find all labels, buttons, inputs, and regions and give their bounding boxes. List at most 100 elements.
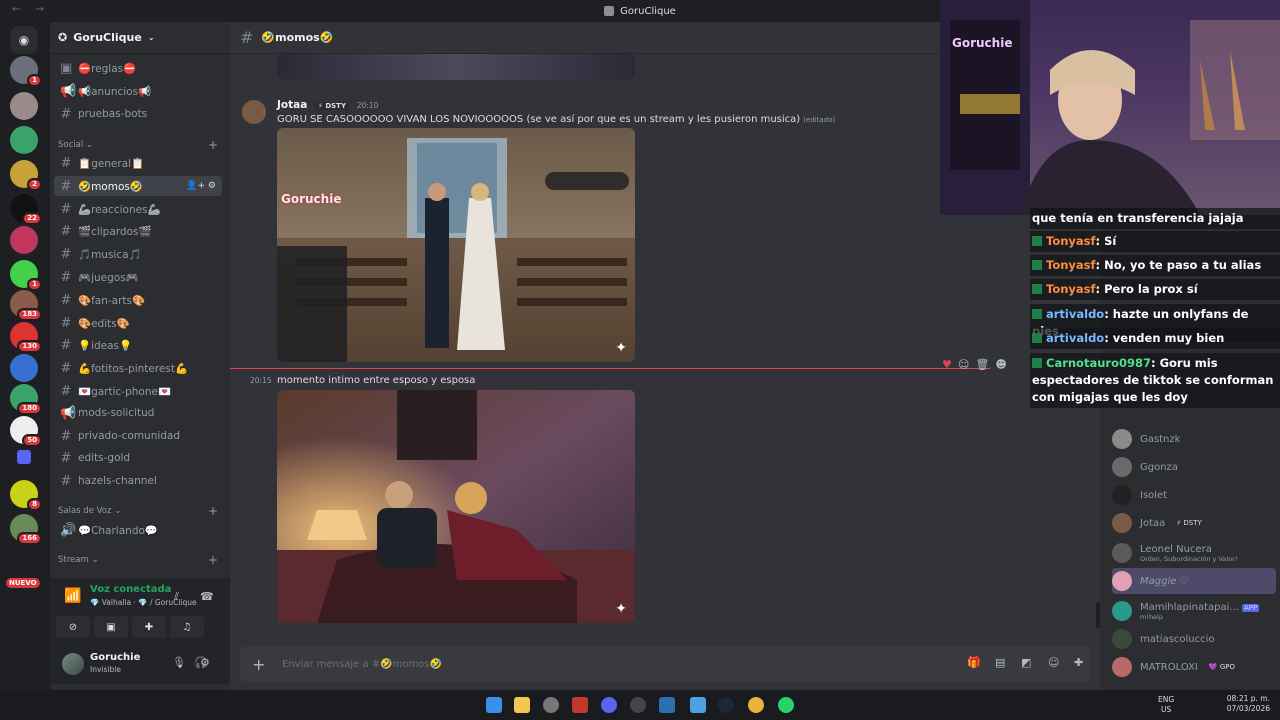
folder-icon[interactable] (17, 450, 31, 464)
channel-pruebas-bots[interactable]: # pruebas-bots (54, 104, 222, 124)
channel-musica[interactable]: # 🎵musica🎵 (54, 244, 222, 264)
channel-anuncios[interactable]: 📢 📢anuncios📢 (54, 81, 222, 101)
add-channel-icon[interactable]: + (208, 138, 218, 152)
add-attachment-icon[interactable]: + (252, 655, 272, 674)
channel-edits[interactable]: # 🎨edits🎨 (54, 313, 222, 333)
channel-mods-solicitud[interactable]: 📢 mods-solicitud (54, 403, 222, 423)
channel-settings-icon[interactable]: 👤+ ⚙ (186, 181, 216, 191)
server-icon-11[interactable]: 180 (10, 384, 42, 415)
screen-share-button[interactable]: ▣ (94, 616, 128, 638)
heart-reaction-icon[interactable]: ♥ (942, 358, 952, 371)
message-input[interactable]: + Enviar mensaje a #🤣momos🤣 🎁 ▤ ◩ ☺ ✚ (240, 646, 1090, 682)
server-icon-8[interactable]: 183 (10, 290, 42, 321)
microphone-icon[interactable]: 🎙 (172, 656, 186, 669)
kick-badge-icon (1032, 309, 1042, 319)
channel-momos[interactable]: # 🤣momos🤣 👤+ ⚙ (54, 176, 222, 196)
activities-button[interactable]: ✚ (132, 616, 166, 638)
voice-status-title[interactable]: Voz conectada (90, 584, 171, 595)
server-icon-5[interactable]: 22 (10, 194, 42, 225)
channel-gartic-phone[interactable]: # 💌gartic-phone💌 (54, 381, 222, 401)
discord-home-icon[interactable]: ◉ (10, 26, 38, 54)
server-icon-3[interactable] (10, 126, 38, 154)
server-icon-1[interactable]: 1 (10, 56, 42, 87)
member-item[interactable]: Gastnzk (1112, 426, 1276, 452)
member-item[interactable]: MATROLOXI 💜 GPO (1112, 654, 1276, 680)
wedding-image-attachment[interactable]: Goruchie ✦ (277, 128, 635, 362)
message-author[interactable]: Jotaa ⚡ DSTY 20:10 (277, 99, 378, 111)
avatar[interactable] (62, 653, 84, 675)
emoji-icon[interactable]: ☺ (1048, 656, 1059, 669)
emoji-reaction-icon[interactable]: ☺ (958, 358, 969, 371)
bedroom-image-attachment[interactable]: ✦ (277, 390, 635, 623)
obs-icon[interactable] (543, 697, 559, 713)
nav-arrows-icon[interactable]: ← → (12, 4, 50, 15)
member-item[interactable]: Isolet (1112, 482, 1276, 508)
server-icon-2[interactable] (10, 92, 38, 120)
category-stream[interactable]: Stream ⌄ + (58, 553, 218, 567)
channel-privado-comunidad[interactable]: # privado-comunidad (54, 426, 222, 446)
app-icon[interactable] (572, 697, 588, 713)
member-item[interactable]: Leonel Nucera Orden, Subordinación y Valo… (1112, 538, 1276, 568)
channel-clipardos[interactable]: # 🎬clipardos🎬 (54, 221, 222, 241)
server-icon-12[interactable]: 50 (10, 416, 42, 447)
server-icon-13[interactable]: 8 (10, 480, 42, 511)
file-explorer-icon[interactable] (514, 697, 530, 713)
whatsapp-icon[interactable] (778, 697, 794, 713)
voice-channel-charlando[interactable]: 🔊 💬Charlando💬 (54, 520, 222, 540)
member-item[interactable]: Mamihlapinatapai... APP m!help (1112, 596, 1276, 626)
channel-reglas[interactable]: ▣ ⛔reglas⛔ (54, 58, 222, 78)
delete-icon[interactable]: 🗑 (975, 358, 989, 371)
user-name: Goruchie (90, 652, 141, 663)
sticker-icon[interactable]: ◩ (1021, 656, 1031, 669)
soundboard-button[interactable]: ♫ (170, 616, 204, 638)
channel-fotitos-pinterest[interactable]: # 💪fotitos-pinterest💪 (54, 358, 222, 378)
member-item[interactable]: Jotaa ⚡ DSTY (1112, 510, 1276, 536)
channel-fan-arts[interactable]: # 🎨fan-arts🎨 (54, 290, 222, 310)
channel-edits-gold[interactable]: # edits-gold (54, 448, 222, 468)
channel-juegos[interactable]: # 🎮juegos🎮 (54, 267, 222, 287)
server-header[interactable]: ✪ GoruClique ⌄ 👤+ (50, 22, 270, 54)
server-icon-10[interactable] (10, 354, 38, 382)
channel-general[interactable]: # 📋general📋 (54, 153, 222, 173)
system-clock[interactable]: 08:21 p. m. 07/03/2026 (1227, 694, 1270, 714)
wedding-image (277, 128, 635, 362)
category-voice[interactable]: Salas de Voz ⌄ + (58, 504, 218, 518)
gear-icon[interactable]: ⚙ (200, 656, 210, 669)
apps-icon[interactable]: ✚ (1074, 656, 1083, 669)
notepad-icon[interactable] (690, 697, 706, 713)
avatar[interactable] (242, 100, 266, 124)
gift-icon[interactable]: 🎁 (967, 656, 981, 669)
start-icon[interactable] (486, 697, 502, 713)
server-icon-9[interactable]: 130 (10, 322, 42, 353)
channel-hazels-channel[interactable]: # hazels-channel (54, 471, 222, 491)
channel-reacciones[interactable]: # 🦾reacciones🦾 (54, 199, 222, 219)
previous-image-attachment[interactable] (277, 54, 635, 80)
add-reaction-icon[interactable]: ☻ (995, 358, 1006, 371)
member-item[interactable]: matiascoluccio (1112, 626, 1276, 652)
app-icon[interactable] (630, 697, 646, 713)
camera-off-button[interactable]: ⊘ (56, 616, 90, 638)
category-social[interactable]: Social ⌄ + (58, 138, 218, 152)
channel-ideas[interactable]: # 💡ideas💡 (54, 335, 222, 355)
server-icon-4[interactable]: 2 (10, 160, 42, 191)
discord-icon[interactable] (601, 697, 617, 713)
chrome-icon[interactable] (748, 697, 764, 713)
stream-chat-overlay: que tenía en transferencia jajaja Tonyas… (1030, 208, 1280, 413)
server-icon-6[interactable] (10, 226, 38, 254)
edited-label: (editado) (803, 116, 836, 124)
member-item[interactable]: Maggie ♡ (1112, 568, 1276, 594)
steam-icon[interactable] (718, 697, 734, 713)
add-channel-icon[interactable]: + (208, 504, 218, 518)
add-channel-icon[interactable]: + (208, 553, 218, 567)
language-indicator[interactable]: ENG US (1158, 695, 1174, 715)
server-icon-14[interactable]: 166 (10, 514, 42, 545)
avatar (1112, 429, 1132, 449)
disconnect-icon[interactable]: ☎ (200, 590, 214, 603)
avatar (1112, 571, 1132, 591)
server-icon-7[interactable]: 1 (10, 260, 42, 291)
app-icon[interactable] (659, 697, 675, 713)
gif-icon[interactable]: ▤ (995, 656, 1005, 669)
member-item[interactable]: Ggonza (1112, 454, 1276, 480)
noise-suppression-icon[interactable]: ⫽ (174, 590, 179, 604)
channel-title: 🤣momos🤣 (261, 31, 334, 44)
